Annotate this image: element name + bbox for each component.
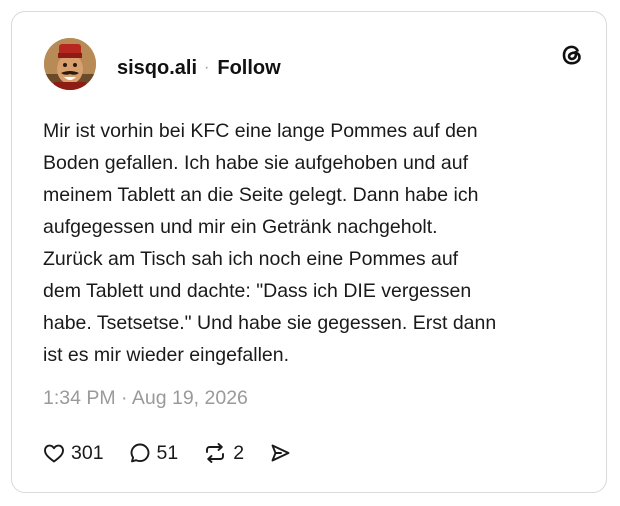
avatar-image: [44, 38, 96, 90]
avatar[interactable]: [44, 38, 96, 90]
repost-count: 2: [233, 441, 245, 464]
username[interactable]: sisqo.ali: [117, 57, 197, 80]
header-separator: ·: [204, 59, 210, 76]
post-timestamp[interactable]: 1:34 PM · Aug 19, 2026: [43, 387, 248, 410]
heart-icon: [44, 444, 64, 463]
comment-icon: [130, 443, 149, 463]
share-button[interactable]: [268, 441, 297, 465]
send-icon: [271, 444, 290, 462]
action-bar: 301 51 2: [42, 438, 297, 468]
threads-logo-icon[interactable]: [558, 41, 586, 69]
post-header: sisqo.ali · Follow: [117, 54, 281, 82]
follow-button[interactable]: Follow: [217, 57, 280, 80]
post-card: sisqo.ali · Follow Mir ist vorhin bei KF…: [11, 11, 607, 493]
like-count: 301: [71, 441, 104, 464]
repost-button[interactable]: 2: [202, 441, 244, 465]
repost-icon: [206, 443, 225, 463]
post-text: Mir ist vorhin bei KFC eine lange Pommes…: [43, 120, 497, 366]
like-button[interactable]: 301: [42, 441, 104, 465]
reply-count: 51: [156, 441, 179, 464]
reply-button[interactable]: 51: [128, 441, 179, 465]
